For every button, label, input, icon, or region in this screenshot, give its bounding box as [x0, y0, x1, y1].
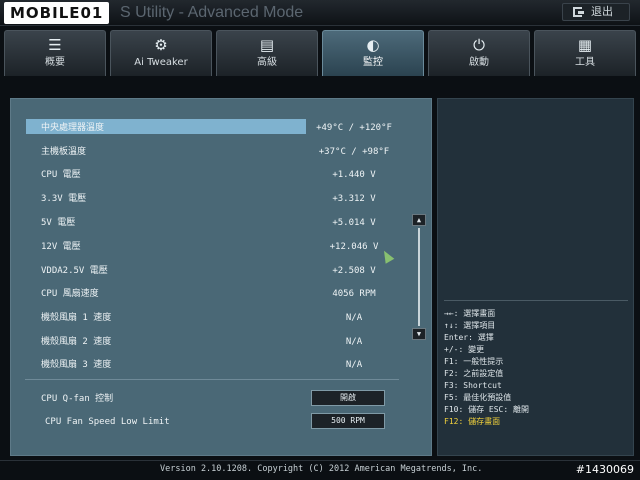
row-label: CPU 風扇速度 [41, 289, 99, 299]
help-line-highlight: F12: 儲存畫面 [444, 417, 501, 426]
list-icon: ☰ [48, 36, 62, 54]
row-label: VDDA2.5V 電壓 [41, 266, 108, 276]
row-value: N/A [345, 337, 363, 347]
exit-icon [573, 7, 584, 17]
tab-boot[interactable]: ⏻ 啟動 [428, 30, 530, 76]
tab-label: 概要 [45, 57, 65, 68]
tab-advanced[interactable]: ▤ 高級 [216, 30, 318, 76]
app-title: S Utility - Advanced Mode [120, 4, 304, 21]
advanced-icon: ▤ [259, 36, 275, 54]
row-label: 機殼風扇 2 速度 [41, 337, 112, 347]
row-value: +49°C / +120°F [316, 123, 392, 133]
row-value: +12.046 V [329, 242, 379, 252]
help-line: Enter: 選擇 [444, 333, 494, 342]
row-label: 主機板溫度 [41, 147, 87, 157]
row-value: N/A [345, 313, 363, 323]
row-value: +2.508 V [332, 266, 376, 276]
tab-label: 監控 [363, 57, 383, 68]
row-label: 3.3V 電壓 [41, 194, 87, 204]
monitor-row-cpu-fan[interactable]: CPU 風扇速度 4056 RPM [31, 285, 421, 303]
monitor-row-chassis-fan-1[interactable]: 機殼風扇 1 速度 N/A [31, 309, 421, 327]
tab-overview[interactable]: ☰ 概要 [4, 30, 106, 76]
help-line: F3: Shortcut [444, 381, 502, 390]
row-label: CPU 電壓 [41, 170, 81, 180]
monitor-row-mb-temp[interactable]: 主機板溫度 +37°C / +98°F [31, 143, 421, 161]
help-line: +/-: 變更 [444, 345, 485, 354]
qfan-control-select[interactable]: 開啟 [311, 390, 385, 406]
monitor-row-12v-voltage[interactable]: 12V 電壓 +12.046 V [31, 238, 421, 256]
scroll-track[interactable] [418, 228, 420, 326]
help-line: F1: 一般性提示 [444, 357, 504, 366]
section-divider [25, 379, 399, 380]
fan-low-limit-label: CPU Fan Speed Low Limit [45, 417, 170, 427]
version-text: Version 2.10.1208. Copyright (C) 2012 Am… [160, 464, 483, 474]
monitor-row-3v3-voltage[interactable]: 3.3V 電壓 +3.312 V [31, 190, 421, 208]
tweaker-icon: ⚙ [154, 36, 168, 54]
help-line: ↑↓: 選擇項目 [444, 321, 496, 330]
monitor-row-5v-voltage[interactable]: 5V 電壓 +5.014 V [31, 214, 421, 232]
help-line: F10: 儲存 ESC: 離開 [444, 405, 529, 414]
row-value: +37°C / +98°F [318, 147, 390, 157]
qfan-label: CPU Q-fan 控制 [41, 394, 114, 404]
tab-label: 工具 [575, 57, 595, 68]
tab-label: 高級 [257, 57, 277, 68]
monitor-row-chassis-fan-2[interactable]: 機殼風扇 2 速度 N/A [31, 333, 421, 351]
help-divider [444, 300, 628, 301]
help-line: F5: 最佳化預設值 [444, 393, 512, 402]
tab-monitor[interactable]: ◐ 監控 [322, 30, 424, 76]
scroll-down-button[interactable]: ▼ [412, 328, 426, 340]
key-help-list: →←: 選擇畫面 ↑↓: 選擇項目 Enter: 選擇 +/-: 變更 F1: … [444, 308, 634, 428]
monitor-row-cpu-temp[interactable]: 中央處理器溫度 +49°C / +120°F [26, 119, 421, 137]
fan-low-limit-select[interactable]: 500 RPM [311, 413, 385, 429]
scrollbar[interactable]: ▲ ▼ [410, 214, 426, 342]
scroll-up-button[interactable]: ▲ [412, 214, 426, 226]
monitor-row-chassis-fan-3[interactable]: 機殼風扇 3 速度 N/A [31, 356, 421, 374]
row-label: 機殼風扇 3 速度 [41, 360, 112, 370]
row-label: 12V 電壓 [41, 242, 81, 252]
row-label: 5V 電壓 [41, 218, 76, 228]
tab-tools[interactable]: ▦ 工具 [534, 30, 636, 76]
row-value: +1.440 V [332, 170, 376, 180]
title-bar: MOBILE01 S Utility - Advanced Mode 退出 [0, 0, 640, 26]
help-line: →←: 選擇畫面 [444, 309, 496, 318]
row-value: N/A [345, 360, 363, 370]
tab-label: 啟動 [469, 57, 489, 68]
tab-ai-tweaker[interactable]: ⚙ Ai Tweaker [110, 30, 212, 76]
monitor-row-vdda-voltage[interactable]: VDDA2.5V 電壓 +2.508 V [31, 262, 421, 280]
footer: Version 2.10.1208. Copyright (C) 2012 Am… [0, 460, 640, 480]
mobile01-logo: MOBILE01 [4, 2, 110, 24]
exit-button[interactable]: 退出 [562, 3, 630, 21]
row-value: 4056 RPM [332, 289, 376, 299]
tab-label: Ai Tweaker [134, 57, 188, 68]
power-icon: ⏻ [473, 36, 485, 54]
monitor-row-cpu-voltage[interactable]: CPU 電壓 +1.440 V [31, 166, 421, 184]
tools-icon: ▦ [577, 36, 593, 54]
row-label: 中央處理器溫度 [41, 123, 105, 133]
exit-label: 退出 [591, 5, 613, 18]
monitor-panel: 中央處理器溫度 +49°C / +120°F 主機板溫度 +37°C / +98… [10, 98, 432, 456]
row-value: +3.312 V [332, 194, 376, 204]
watermark: #1430069 [575, 463, 634, 476]
help-line: F2: 之前設定值 [444, 369, 504, 378]
row-label: 機殼風扇 1 速度 [41, 313, 112, 323]
tab-bar: ☰ 概要 ⚙ Ai Tweaker ▤ 高級 ◐ 監控 ⏻ 啟動 ▦ 工具 [0, 28, 640, 78]
monitor-icon: ◐ [366, 36, 380, 54]
row-value: +5.014 V [332, 218, 376, 228]
